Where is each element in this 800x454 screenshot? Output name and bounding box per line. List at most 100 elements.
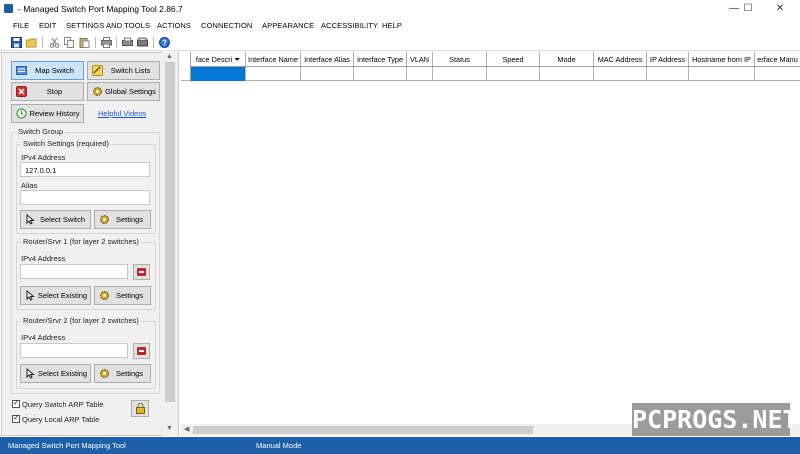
filter-sort-icon[interactable]: ⏷: [234, 55, 240, 64]
switch-alias-input[interactable]: [20, 190, 150, 205]
router2-settings-button[interactable]: Settings: [94, 364, 151, 383]
switch-ipv4-input[interactable]: 127.0.0.1: [20, 162, 150, 177]
col-interface-alias[interactable]: Interface Alias: [301, 52, 354, 66]
grid-cell[interactable]: [487, 67, 540, 81]
col-hostname-from-ip[interactable]: Hostname from IP: [689, 52, 755, 66]
grid-cell[interactable]: [540, 67, 594, 81]
close-button[interactable]: ✕: [758, 0, 800, 17]
toolbar-separator: [116, 37, 117, 48]
query-local-arp-label: Query Local ARP Table: [22, 415, 100, 424]
menu-actions[interactable]: ACTIONS: [157, 21, 191, 30]
col-speed[interactable]: Speed: [487, 52, 540, 66]
svg-text:?: ?: [162, 39, 167, 48]
col-ip-address[interactable]: IP Address: [647, 52, 689, 66]
router2-select-existing-button[interactable]: Select Existing: [20, 364, 91, 383]
gear-icon: [100, 215, 109, 224]
print-icon[interactable]: [101, 37, 112, 48]
status-app-name: Managed Switch Port Mapping Tool: [8, 441, 126, 450]
lock-icon: [136, 403, 145, 414]
toolbar: ?: [0, 34, 800, 51]
gear-icon: [93, 87, 102, 96]
grid-cell[interactable]: [755, 67, 800, 81]
switch-lists-label: Switch Lists: [110, 66, 151, 75]
checkbox-checked-icon: [12, 398, 20, 408]
cursor-icon: [26, 368, 35, 379]
col-status[interactable]: Status: [433, 52, 487, 66]
col-interface-manufacturer[interactable]: erface Manu: [755, 52, 800, 66]
router1-select-existing-button[interactable]: Select Existing: [20, 286, 91, 305]
window-title: - Managed Switch Port Mapping Tool 2.86.…: [18, 4, 183, 14]
stop-icon: [16, 86, 27, 97]
router1-ipv4-input[interactable]: [20, 264, 128, 279]
open-folder-icon[interactable]: [26, 37, 37, 48]
router1-settings-button[interactable]: Settings: [94, 286, 151, 305]
port-grid[interactable]: face Descri ⏷ Interface Name Interface A…: [181, 52, 800, 436]
menu-settings-and-tools[interactable]: SETTINGS AND TOOLS: [66, 21, 150, 30]
grid-cell[interactable]: [407, 67, 433, 81]
grid-cell[interactable]: [246, 67, 301, 81]
grid-cell-selected[interactable]: [191, 67, 246, 81]
menu-edit[interactable]: EDIT: [39, 21, 56, 30]
switch-ipv4-label: IPv4 Address: [21, 153, 66, 162]
col-mac-address[interactable]: MAC Address: [594, 52, 647, 66]
col-vlan[interactable]: VLAN: [407, 52, 433, 66]
table-row[interactable]: [181, 67, 800, 81]
scrollbar-thumb[interactable]: [193, 426, 533, 434]
grid-cell[interactable]: [647, 67, 689, 81]
col-interface-name[interactable]: Interface Name: [246, 52, 301, 66]
left-panel-scrollbar[interactable]: ▲ ▼: [163, 52, 177, 436]
status-bar: Managed Switch Port Mapping Tool Manual …: [0, 437, 800, 454]
print-preview-icon[interactable]: [122, 37, 133, 48]
gear-icon: [100, 369, 109, 378]
col-mode[interactable]: Mode: [540, 52, 594, 66]
toolbar-separator: [153, 37, 154, 48]
grid-cell[interactable]: [594, 67, 647, 81]
query-local-arp-checkbox[interactable]: Query Local ARP Table: [12, 413, 100, 424]
cut-icon[interactable]: [49, 37, 60, 48]
switch-settings-title: Switch Settings (required): [21, 139, 111, 148]
grid-cell[interactable]: [301, 67, 354, 81]
menu-help[interactable]: HELP: [382, 21, 402, 30]
global-settings-button[interactable]: Global Settings: [87, 82, 160, 101]
router1-delete-icon[interactable]: [133, 264, 150, 280]
grid-cell[interactable]: [354, 67, 407, 81]
router2-ipv4-label: IPv4 Address: [21, 333, 66, 342]
help-icon[interactable]: ?: [159, 37, 170, 48]
stop-label: Stop: [46, 87, 63, 96]
query-switch-arp-label: Query Switch ARP Table: [22, 400, 104, 409]
switch-lists-button[interactable]: Switch Lists: [87, 61, 160, 80]
toolbar-separator: [42, 37, 43, 48]
router1-ipv4-label: IPv4 Address: [21, 254, 66, 263]
scroll-up-icon[interactable]: ▲: [166, 53, 173, 60]
switch-alias-label: Alias: [21, 181, 38, 190]
list-edit-icon: [92, 65, 103, 76]
lock-button[interactable]: [131, 400, 149, 417]
col-interface-type[interactable]: Interface Type: [354, 52, 407, 66]
select-switch-button[interactable]: Select Switch: [20, 210, 91, 229]
fax-icon[interactable]: [137, 37, 148, 48]
scroll-down-icon[interactable]: ▼: [166, 425, 173, 432]
watermark: PCPROGS.NET: [632, 403, 798, 436]
scroll-left-icon[interactable]: ◀: [184, 425, 189, 433]
switch-settings-button[interactable]: Settings: [94, 210, 151, 229]
grid-cell[interactable]: [689, 67, 755, 81]
router2-delete-icon[interactable]: [133, 343, 150, 359]
router2-ipv4-input[interactable]: [20, 343, 128, 358]
save-icon[interactable]: [11, 37, 22, 48]
scrollbar-thumb[interactable]: [165, 62, 175, 402]
stop-button[interactable]: Stop: [11, 82, 84, 101]
menu-accessibility[interactable]: ACCESSIBILITY: [321, 21, 378, 30]
col-interface-description[interactable]: face Descri ⏷: [191, 52, 246, 66]
toolbar-separator: [95, 37, 96, 48]
menu-connection[interactable]: CONNECTION: [201, 21, 252, 30]
copy-icon[interactable]: [64, 37, 75, 48]
paste-icon[interactable]: [79, 37, 90, 48]
grid-cell[interactable]: [433, 67, 487, 81]
map-switch-button[interactable]: Map Switch: [11, 61, 84, 80]
menu-file[interactable]: FILE: [13, 21, 29, 30]
helpful-videos-link[interactable]: Helpful Videos: [98, 109, 146, 118]
menu-appearance[interactable]: APPEARANCE: [262, 21, 314, 30]
query-switch-arp-checkbox[interactable]: Query Switch ARP Table: [12, 398, 104, 409]
title-bar: - Managed Switch Port Mapping Tool 2.86.…: [0, 0, 800, 17]
review-history-button[interactable]: Review History: [11, 104, 84, 123]
